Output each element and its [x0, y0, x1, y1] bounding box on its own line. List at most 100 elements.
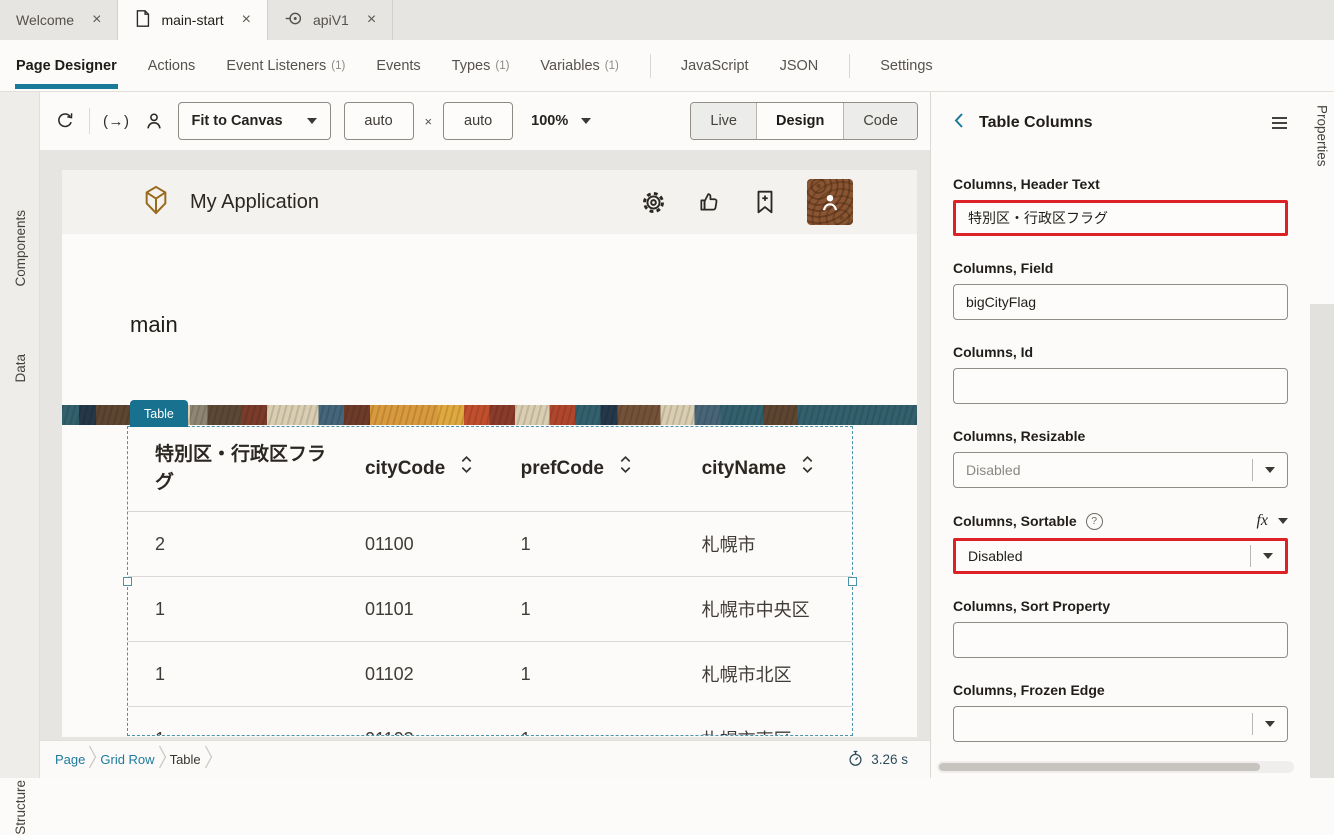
- designer-toolbar: (→) Fit to Canvas auto × auto 100% Live …: [40, 92, 930, 150]
- count-badge: (1): [495, 60, 509, 72]
- sort-property-input[interactable]: [953, 622, 1288, 658]
- resizable-select[interactable]: Disabled: [953, 452, 1288, 488]
- header-text-input[interactable]: [953, 200, 1288, 236]
- tab-label: Welcome: [16, 12, 74, 28]
- avatar[interactable]: [807, 179, 853, 225]
- page-heading: main: [130, 312, 917, 338]
- sort-icon[interactable]: [801, 454, 814, 484]
- frozen-edge-select[interactable]: [953, 706, 1288, 742]
- design-canvas: My Application main: [40, 150, 930, 740]
- dock-tab-components[interactable]: Components: [0, 210, 40, 287]
- tab-javascript[interactable]: JavaScript: [681, 40, 749, 91]
- hamburger-menu-icon[interactable]: [1271, 116, 1288, 130]
- fx-icon: fx: [1256, 512, 1268, 530]
- tab-page-designer[interactable]: Page Designer: [16, 40, 117, 91]
- chevron-down-icon[interactable]: [1253, 467, 1287, 473]
- field-frozen-edge: Columns, Frozen Edge: [953, 682, 1288, 742]
- table-selection-badge[interactable]: Table: [130, 400, 188, 427]
- table-row[interactable]: 1 01101 1 札幌市中央区: [128, 577, 852, 642]
- canvas-height-input[interactable]: auto: [443, 102, 513, 140]
- table-row[interactable]: 2 01100 1 札幌市: [128, 512, 852, 577]
- count-badge: (1): [605, 60, 619, 72]
- thumbs-up-icon[interactable]: [697, 189, 723, 215]
- close-icon[interactable]: ×: [242, 11, 251, 29]
- column-header[interactable]: cityCode: [338, 454, 494, 484]
- tab-label: apiV1: [313, 12, 349, 28]
- column-header[interactable]: 特別区・行政区フラグ: [128, 441, 338, 496]
- live-button[interactable]: Live: [691, 103, 756, 139]
- sort-icon[interactable]: [460, 454, 473, 484]
- tab-event-listeners[interactable]: Event Listeners(1): [226, 40, 345, 91]
- id-input[interactable]: [953, 368, 1288, 404]
- table-row-partial[interactable]: 1 01103 1 札幌市東区: [128, 707, 852, 735]
- breadcrumb-page[interactable]: Page: [55, 752, 85, 767]
- right-dock: Properties: [1310, 92, 1334, 778]
- field-resizable: Columns, Resizable Disabled: [953, 428, 1288, 488]
- tab-actions[interactable]: Actions: [148, 40, 196, 91]
- back-chevron-icon[interactable]: [953, 112, 964, 134]
- tab-json[interactable]: JSON: [780, 40, 819, 91]
- tab-main-start[interactable]: main-start ×: [118, 0, 268, 40]
- page-navbar: Page Designer Actions Event Listeners(1)…: [0, 40, 1334, 92]
- tab-types[interactable]: Types(1): [452, 40, 510, 91]
- breadcrumb-grid-row[interactable]: Grid Row: [100, 752, 154, 767]
- zoom-dropdown[interactable]: 100%: [531, 113, 591, 129]
- field-label: Columns, Header Text: [953, 176, 1288, 192]
- field-label: Columns, Field: [953, 260, 1288, 276]
- render-time: 3.26 s: [847, 750, 908, 770]
- chevron-right-icon: [158, 745, 167, 774]
- code-button[interactable]: Code: [843, 103, 917, 139]
- chevron-right-icon: [204, 745, 213, 774]
- go-to-flow-icon[interactable]: (→): [103, 113, 130, 130]
- design-button[interactable]: Design: [756, 103, 843, 139]
- field-label: Columns, Sort Property: [953, 598, 1288, 614]
- close-icon[interactable]: ×: [367, 11, 376, 29]
- field-sortable: Columns, Sortable ? fx Disabled: [953, 512, 1288, 574]
- selection-handle[interactable]: [123, 577, 132, 586]
- tab-welcome[interactable]: Welcome ×: [0, 0, 118, 40]
- user-icon[interactable]: [143, 110, 165, 132]
- divider: [89, 108, 90, 134]
- table-row[interactable]: 1 01102 1 札幌市北区: [128, 642, 852, 707]
- column-header[interactable]: prefCode: [494, 454, 675, 484]
- horizontal-scrollbar[interactable]: [937, 761, 1294, 773]
- canvas-width-input[interactable]: auto: [344, 102, 414, 140]
- chevron-down-icon[interactable]: [1251, 553, 1285, 559]
- selection-handle[interactable]: [848, 577, 857, 586]
- sortable-select[interactable]: Disabled: [953, 538, 1288, 574]
- tab-variables[interactable]: Variables(1): [540, 40, 618, 91]
- divider: [650, 54, 651, 78]
- help-icon[interactable]: ?: [1086, 513, 1103, 530]
- dock-tab-properties[interactable]: Properties: [1310, 92, 1334, 304]
- column-header[interactable]: cityName: [675, 454, 852, 484]
- fit-to-canvas-dropdown[interactable]: Fit to Canvas: [178, 102, 331, 140]
- sort-icon[interactable]: [619, 454, 632, 484]
- tab-apiv1[interactable]: apiV1 ×: [268, 0, 393, 40]
- breadcrumb-bar: Page Grid Row Table 3.26 s: [40, 740, 930, 778]
- properties-header: Table Columns: [953, 110, 1288, 136]
- panel-title: Table Columns: [979, 114, 1093, 132]
- tab-settings[interactable]: Settings: [880, 40, 932, 91]
- field-label: Columns, Id: [953, 344, 1288, 360]
- close-icon[interactable]: ×: [92, 11, 101, 29]
- field-input[interactable]: [953, 284, 1288, 320]
- breadcrumb-table[interactable]: Table: [170, 752, 201, 767]
- scrollbar-thumb[interactable]: [939, 763, 1260, 771]
- gear-icon[interactable]: [640, 189, 667, 216]
- refresh-icon[interactable]: [54, 110, 76, 132]
- field-header-text: Columns, Header Text: [953, 176, 1288, 236]
- chevron-right-icon: [88, 745, 97, 774]
- chevron-down-icon: [1278, 518, 1288, 524]
- left-dock: Components Data Structure: [0, 92, 40, 778]
- document-tabbar: Welcome × main-start × apiV1 ×: [0, 0, 1334, 40]
- bookmark-plus-icon[interactable]: [753, 189, 777, 215]
- tab-events[interactable]: Events: [376, 40, 420, 91]
- field-field: Columns, Field: [953, 260, 1288, 320]
- count-badge: (1): [331, 60, 345, 72]
- expression-toggle[interactable]: fx: [1256, 512, 1288, 530]
- dock-tab-structure[interactable]: Structure: [0, 780, 40, 835]
- chevron-down-icon[interactable]: [1253, 721, 1287, 727]
- table-component[interactable]: 特別区・行政区フラグ cityCode prefCode cityName: [128, 427, 852, 735]
- dock-tab-data[interactable]: Data: [0, 354, 40, 383]
- app-title: My Application: [190, 191, 319, 214]
